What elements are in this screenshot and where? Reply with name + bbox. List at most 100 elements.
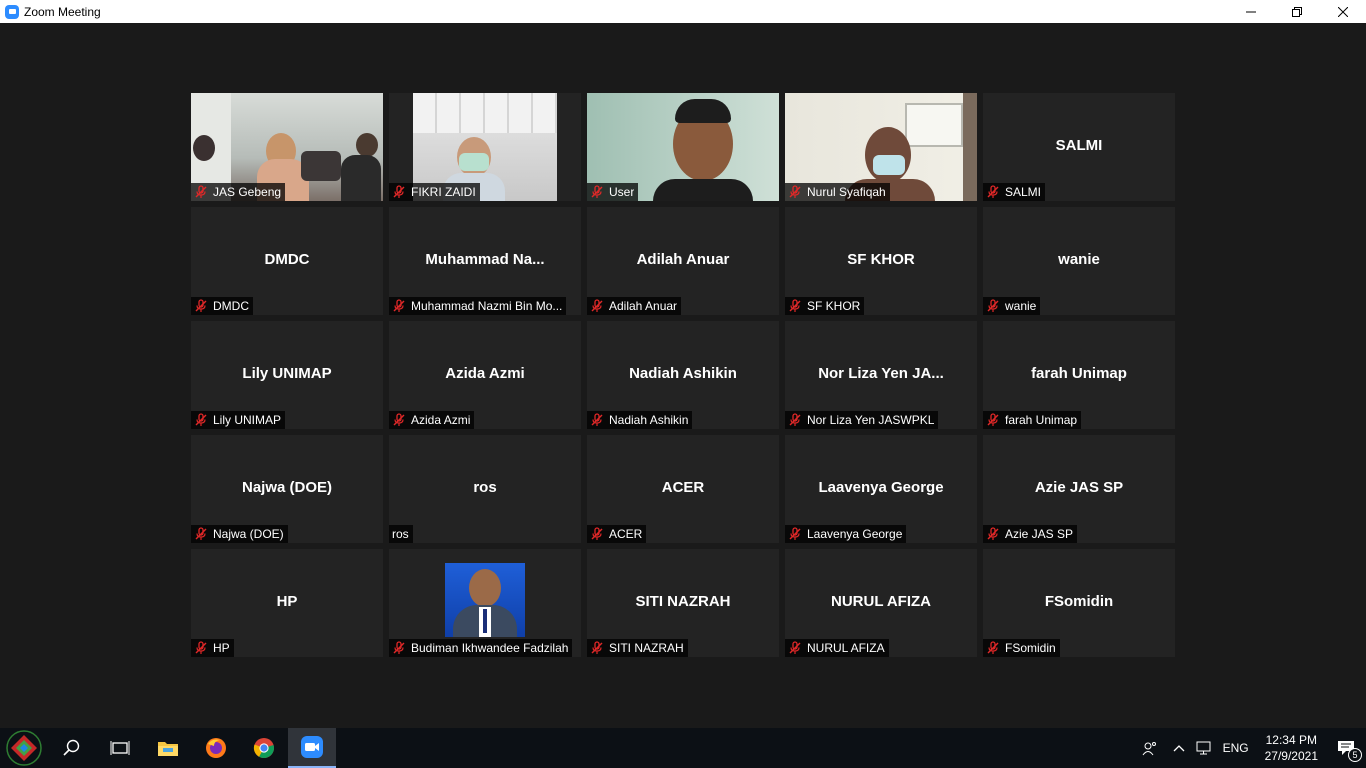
participant-grid: JAS Gebeng FIKRI ZAIDI User Nurul Syafiqah S… xyxy=(191,93,1175,657)
chevron-up-icon xyxy=(1173,745,1185,752)
muted-mic-icon xyxy=(393,641,405,654)
muted-mic-icon xyxy=(987,299,999,312)
participant-display-name: Adilah Anuar xyxy=(636,251,730,268)
restore-button[interactable] xyxy=(1274,0,1320,23)
participant-name: farah Unimap xyxy=(1005,413,1078,427)
participant-name-label: JAS Gebeng xyxy=(191,183,286,201)
firefox-icon xyxy=(206,738,226,758)
participant-name: Nor Liza Yen JASWPKL xyxy=(807,413,935,427)
zoom-taskbar-button[interactable] xyxy=(288,728,336,768)
participant-name-label: Nurul Syafiqah xyxy=(785,183,890,201)
muted-mic-icon xyxy=(590,413,604,427)
muted-mic-icon xyxy=(987,527,999,540)
participant-name: Budiman Ikhwandee Fadzilah xyxy=(411,641,569,655)
participant-name-label: User xyxy=(587,183,639,201)
participant-name-label: HP xyxy=(191,639,234,657)
network-icon xyxy=(1196,741,1211,755)
muted-mic-icon xyxy=(591,413,603,426)
participant-tile[interactable]: FSomidin FSomidin xyxy=(983,549,1175,657)
participant-display-name: ACER xyxy=(661,479,705,496)
participant-name: DMDC xyxy=(213,299,249,313)
muted-mic-icon xyxy=(788,527,802,541)
participant-name: wanie xyxy=(1005,299,1037,313)
muted-mic-icon xyxy=(194,527,208,541)
muted-mic-icon xyxy=(195,413,207,426)
muted-mic-icon xyxy=(986,641,1000,655)
participant-tile[interactable]: User xyxy=(587,93,779,201)
participant-tile[interactable]: Muhammad Na... Muhammad Nazmi Bin Mo... xyxy=(389,207,581,315)
muted-mic-icon xyxy=(789,299,801,312)
participant-name-label: Lily UNIMAP xyxy=(191,411,286,429)
file-explorer-button[interactable] xyxy=(144,728,192,768)
muted-mic-icon xyxy=(195,185,207,198)
participant-name-label: Najwa (DOE) xyxy=(191,525,288,543)
action-center-button[interactable]: 5 xyxy=(1326,728,1366,768)
restore-icon xyxy=(1292,6,1302,17)
participant-display-name: HP xyxy=(276,593,298,610)
participant-tile[interactable]: Lily UNIMAP Lily UNIMAP xyxy=(191,321,383,429)
participant-tile[interactable]: SF KHOR SF KHOR xyxy=(785,207,977,315)
muted-mic-icon xyxy=(788,413,802,427)
participant-tile[interactable]: Nadiah Ashikin Nadiah Ashikin xyxy=(587,321,779,429)
participant-name: Nurul Syafiqah xyxy=(807,185,886,199)
search-button[interactable] xyxy=(48,728,96,768)
participant-name: ACER xyxy=(609,527,643,541)
participant-tile[interactable]: SITI NAZRAH SITI NAZRAH xyxy=(587,549,779,657)
task-view-button[interactable] xyxy=(96,728,144,768)
participant-tile[interactable]: Nurul Syafiqah xyxy=(785,93,977,201)
network-button[interactable] xyxy=(1191,728,1217,768)
muted-mic-icon xyxy=(392,185,406,199)
participant-tile[interactable]: DMDC DMDC xyxy=(191,207,383,315)
people-button[interactable] xyxy=(1133,728,1167,768)
participant-name-label: Adilah Anuar xyxy=(587,297,682,315)
muted-mic-icon xyxy=(194,299,208,313)
participant-tile[interactable]: wanie wanie xyxy=(983,207,1175,315)
zoom-icon xyxy=(301,736,323,758)
start-logo-button[interactable] xyxy=(0,728,48,768)
windows-taskbar: ENG 12:34 PM 27/9/2021 5 xyxy=(0,728,1366,768)
participant-name: SF KHOR xyxy=(807,299,861,313)
participant-name-label: Muhammad Nazmi Bin Mo... xyxy=(389,297,567,315)
participant-display-name: FSomidin xyxy=(1044,593,1114,610)
participant-tile[interactable]: HP HP xyxy=(191,549,383,657)
participant-display-name: Laavenya George xyxy=(818,479,944,496)
participant-tile[interactable]: Azie JAS SP Azie JAS SP xyxy=(983,435,1175,543)
clock[interactable]: 12:34 PM 27/9/2021 xyxy=(1265,732,1318,764)
participant-tile[interactable]: Laavenya George Laavenya George xyxy=(785,435,977,543)
participant-tile[interactable]: farah Unimap farah Unimap xyxy=(983,321,1175,429)
participant-name-label: Azida Azmi xyxy=(389,411,475,429)
participant-name: JAS Gebeng xyxy=(213,185,282,199)
participant-name: Adilah Anuar xyxy=(609,299,678,313)
close-button[interactable] xyxy=(1320,0,1366,23)
participant-tile[interactable]: JAS Gebeng xyxy=(191,93,383,201)
muted-mic-icon xyxy=(591,527,603,540)
participant-name: FIKRI ZAIDI xyxy=(411,185,476,199)
minimize-button[interactable] xyxy=(1228,0,1274,23)
participant-display-name: wanie xyxy=(1058,251,1100,268)
muted-mic-icon xyxy=(195,527,207,540)
participant-tile[interactable]: ACER ACER xyxy=(587,435,779,543)
participant-tile[interactable]: Budiman Ikhwandee Fadzilah xyxy=(389,549,581,657)
people-icon xyxy=(1142,742,1156,756)
participant-name-label: Nadiah Ashikin xyxy=(587,411,693,429)
participant-name: Azida Azmi xyxy=(411,413,471,427)
participant-name: ros xyxy=(392,527,409,541)
participant-tile[interactable]: Azida Azmi Azida Azmi xyxy=(389,321,581,429)
muted-mic-icon xyxy=(591,185,603,198)
participant-name: Muhammad Nazmi Bin Mo... xyxy=(411,299,563,313)
participant-display-name: Azida Azmi xyxy=(445,365,525,382)
firefox-button[interactable] xyxy=(192,728,240,768)
participant-tile[interactable]: Nor Liza Yen JA... Nor Liza Yen JASWPKL xyxy=(785,321,977,429)
participant-tile[interactable]: ros ros xyxy=(389,435,581,543)
participant-display-name: Azie JAS SP xyxy=(1034,479,1124,496)
participant-tile[interactable]: FIKRI ZAIDI xyxy=(389,93,581,201)
participant-tile[interactable]: Adilah Anuar Adilah Anuar xyxy=(587,207,779,315)
participant-tile[interactable]: NURUL AFIZA NURUL AFIZA xyxy=(785,549,977,657)
show-hidden-icons-button[interactable] xyxy=(1167,728,1191,768)
muted-mic-icon xyxy=(986,185,1000,199)
participant-display-name: SALMI xyxy=(1055,137,1103,154)
participant-tile[interactable]: Najwa (DOE) Najwa (DOE) xyxy=(191,435,383,543)
chrome-button[interactable] xyxy=(240,728,288,768)
language-indicator[interactable]: ENG xyxy=(1223,741,1249,755)
participant-tile[interactable]: SALMI SALMI xyxy=(983,93,1175,201)
